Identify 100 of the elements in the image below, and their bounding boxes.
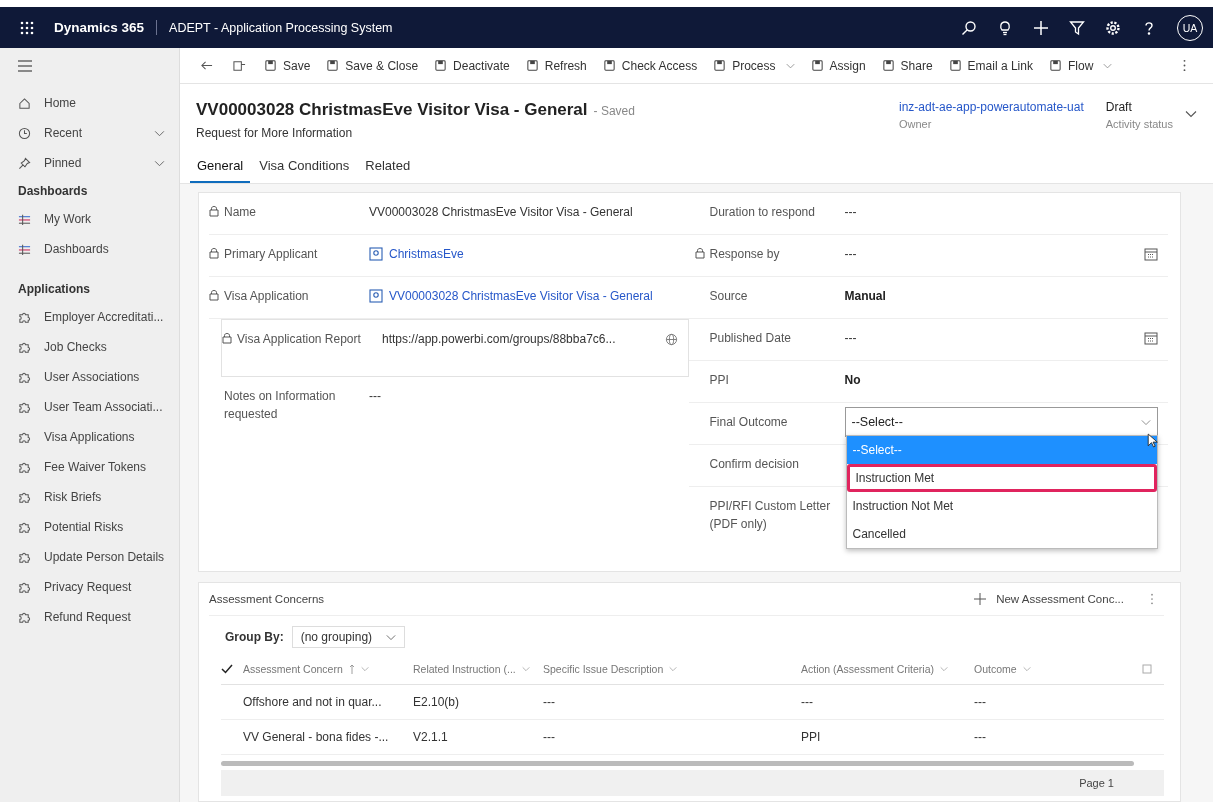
horizontal-scrollbar[interactable] (221, 761, 1134, 766)
app-launcher-icon[interactable] (20, 20, 34, 35)
app-name[interactable]: Dynamics 365 (54, 20, 158, 35)
owner-link[interactable]: inz-adt-ae-app-powerautomate-uat (898, 100, 1084, 114)
column-header[interactable]: Assessment Concern (239, 657, 409, 681)
tab[interactable]: General (190, 152, 251, 183)
sidebar-item[interactable]: Employer Accreditati... (18, 302, 179, 332)
puzzle-icon (18, 520, 31, 534)
sidebar-group-title: Applications (18, 281, 91, 298)
sidebar-item[interactable]: Job Checks (18, 332, 179, 362)
sidebar-item[interactable]: My Work (18, 204, 179, 234)
column-header[interactable]: Outcome (970, 657, 1090, 681)
column-header[interactable]: Action (Assessment Criteria) (797, 657, 970, 681)
puzzle-icon (18, 310, 31, 324)
sidebar-item[interactable]: Update Person Details (18, 542, 179, 572)
tab[interactable]: Related (358, 152, 418, 183)
entity-name: Request for More Information (196, 126, 354, 140)
new-record-button[interactable]: New Assessment Conc... (968, 592, 1130, 606)
table-cell-text: --- (800, 695, 814, 709)
chevron-down-icon (386, 633, 397, 641)
menu-icon[interactable] (18, 60, 32, 72)
record-title: VV00003028 ChristmasEve Visitor Visa - General (196, 100, 588, 120)
group-by-label: Group By: (225, 630, 284, 644)
sidebar-item[interactable]: User Associations (18, 362, 179, 392)
sidebar-nav-item[interactable]: Home (18, 88, 179, 118)
sidebar-nav-item[interactable]: Recent (18, 118, 179, 148)
table-cell-text: V2.1.1 (412, 730, 449, 744)
chevron-down-icon (360, 666, 369, 672)
group-by-dropdown[interactable]: (no grouping) (291, 626, 406, 648)
field-value: VV00003028 ChristmasEve Visitor Visa - General (369, 204, 634, 221)
column-header[interactable]: Related Instruction (... (409, 657, 539, 681)
field-value: --- (369, 388, 382, 405)
save-status: - Saved (593, 104, 635, 118)
sort-arrow-icon (348, 664, 355, 674)
table-cell-text: --- (973, 730, 987, 744)
sidebar-item[interactable]: Potential Risks (18, 512, 179, 542)
field-label: Visa Application Report (237, 331, 361, 348)
column-header[interactable]: Specific Issue Description (539, 657, 797, 681)
chevron-down-icon (669, 666, 678, 672)
chevron-down-icon (521, 666, 530, 672)
command-button[interactable]: Check Access (594, 50, 706, 81)
popout-icon[interactable] (233, 59, 246, 72)
lightbulb-icon[interactable] (997, 19, 1013, 36)
checkmark-icon[interactable] (221, 664, 233, 674)
sidebar-nav-item[interactable]: Pinned (18, 148, 179, 178)
table-cell-text: --- (542, 730, 556, 744)
command-button[interactable]: Flow (1040, 50, 1121, 81)
table-cell-text: Offshore and not in quar... (242, 695, 383, 709)
back-arrow-icon[interactable] (200, 59, 213, 72)
chevron-down-icon[interactable] (1185, 110, 1197, 118)
field-label: Final Outcome (709, 414, 788, 431)
command-button[interactable]: Deactivate (426, 50, 518, 81)
calendar-icon[interactable] (1144, 331, 1158, 345)
field-label: Confirm decision (709, 456, 799, 473)
lookup-link[interactable]: VV00003028 ChristmasEve Visitor Visa - General (389, 287, 653, 305)
dropdown-option[interactable]: Cancelled (846, 520, 1157, 548)
final-outcome-dropdown[interactable]: --Select-- (844, 407, 1158, 437)
table-cell-text: VV General - bona fides -... (242, 730, 390, 744)
puzzle-icon (18, 490, 31, 504)
filter-icon[interactable] (1069, 19, 1085, 36)
chevron-down-icon (154, 159, 165, 167)
sidebar-item[interactable]: User Team Associati... (18, 392, 179, 422)
chevron-down-icon (1141, 418, 1151, 426)
field-value: --- (844, 246, 858, 263)
table-cell-text: PPI (800, 730, 822, 744)
command-button[interactable]: Save (256, 50, 319, 81)
command-button[interactable]: Assign (802, 50, 874, 81)
sidebar-item[interactable]: Dashboards (18, 234, 179, 264)
command-button[interactable]: Share (873, 50, 941, 81)
puzzle-icon (18, 460, 31, 474)
command-button[interactable]: Save & Close (318, 50, 427, 81)
system-name[interactable]: ADEPT - Application Processing System (157, 20, 393, 35)
pin-icon (18, 156, 31, 170)
calendar-icon[interactable] (1144, 247, 1158, 261)
plus-icon[interactable] (1033, 19, 1049, 36)
puzzle-icon (18, 550, 31, 564)
chevron-down-icon (785, 62, 795, 69)
dropdown-option[interactable]: Instruction Not Met (846, 492, 1157, 520)
save-icon (264, 59, 277, 72)
sidebar-group-title: Dashboards (18, 183, 89, 200)
url-field[interactable]: https://app.powerbi.com/groups/88bba7c6... (382, 330, 659, 348)
lookup-link[interactable]: ChristmasEve (389, 245, 464, 263)
sidebar-item[interactable]: Privacy Request (18, 572, 179, 602)
sidebar-item[interactable]: Risk Briefs (18, 482, 179, 512)
sidebar-item[interactable]: Visa Applications (18, 422, 179, 452)
globe-icon[interactable] (664, 332, 678, 346)
settings-icon[interactable] (1105, 19, 1121, 36)
dropdown-option[interactable]: Instruction Met (846, 464, 1157, 492)
chevron-down-icon (940, 666, 949, 672)
table-cell-text: E2.10(b) (412, 695, 461, 709)
tab[interactable]: Visa Conditions (252, 152, 357, 183)
sidebar-item[interactable]: Refund Request (18, 602, 179, 632)
command-button[interactable]: Email a Link (940, 50, 1041, 81)
clock-icon (18, 126, 31, 140)
chevron-down-icon (1022, 666, 1031, 672)
dashboard-icon (18, 212, 31, 226)
command-button[interactable]: Process (705, 50, 803, 81)
field-label: Name (224, 204, 256, 221)
sidebar-item[interactable]: Fee Waiver Tokens (18, 452, 179, 482)
command-button[interactable]: Refresh (517, 50, 595, 81)
